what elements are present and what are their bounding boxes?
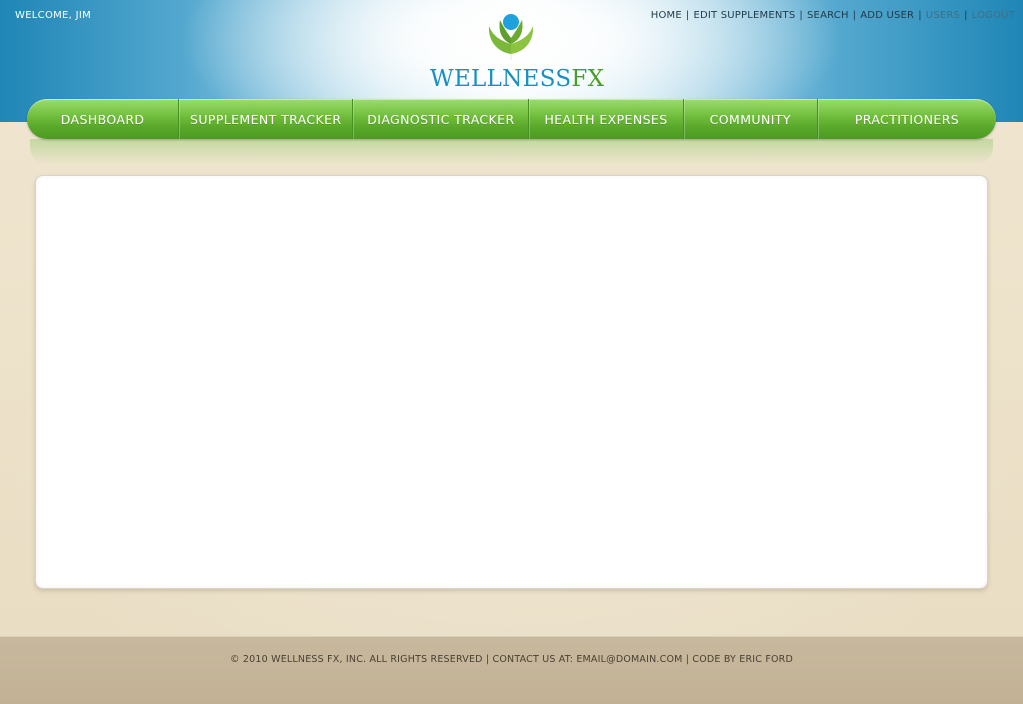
brand-name-part1: WELLNESS [430, 66, 572, 92]
separator: | [918, 10, 922, 21]
nav-item-practitioners[interactable]: PRACTITIONERS [818, 99, 996, 139]
top-link-users[interactable]: USERS [926, 10, 960, 21]
separator: | [799, 10, 803, 21]
top-link-search[interactable]: SEARCH [807, 10, 849, 21]
nav-item-dashboard[interactable]: DASHBOARD [27, 99, 180, 139]
top-link-logout[interactable]: LOGOUT [972, 10, 1015, 21]
nav-item-diagnostic-tracker[interactable]: DIAGNOSTIC TRACKER [353, 99, 530, 139]
content-panel [35, 175, 988, 589]
separator: | [964, 10, 968, 21]
nav-item-health-expenses[interactable]: HEALTH EXPENSES [529, 99, 684, 139]
nav-reflection [30, 139, 993, 165]
separator: | [685, 10, 690, 21]
separator: | [852, 10, 857, 21]
footer-text: © 2010 WELLNESS FX, INC. ALL RIGHTS RESE… [230, 654, 793, 665]
top-links: HOME | EDIT SUPPLEMENTS | SEARCH | ADD USER | US… [651, 10, 1015, 21]
footer: © 2010 WELLNESS FX, INC. ALL RIGHTS RESE… [0, 636, 1023, 704]
brand-name-part2: FX [571, 66, 605, 92]
main-nav: DASHBOARD SUPPLEMENT TRACKER DIAGNOSTIC … [27, 99, 996, 139]
nav-item-community[interactable]: COMMUNITY [684, 99, 818, 139]
leaf-logo-icon[interactable] [484, 8, 538, 60]
top-link-home[interactable]: HOME [651, 10, 682, 21]
welcome-message: WELCOME, JIM [15, 10, 92, 21]
top-link-add-user[interactable]: ADD USER [860, 10, 914, 21]
top-link-edit-supplements[interactable]: EDIT SUPPLEMENTS [693, 10, 795, 21]
brand-logo-text[interactable]: WELLNESSFX [430, 66, 604, 92]
nav-item-supplement-tracker[interactable]: SUPPLEMENT TRACKER [179, 99, 354, 139]
